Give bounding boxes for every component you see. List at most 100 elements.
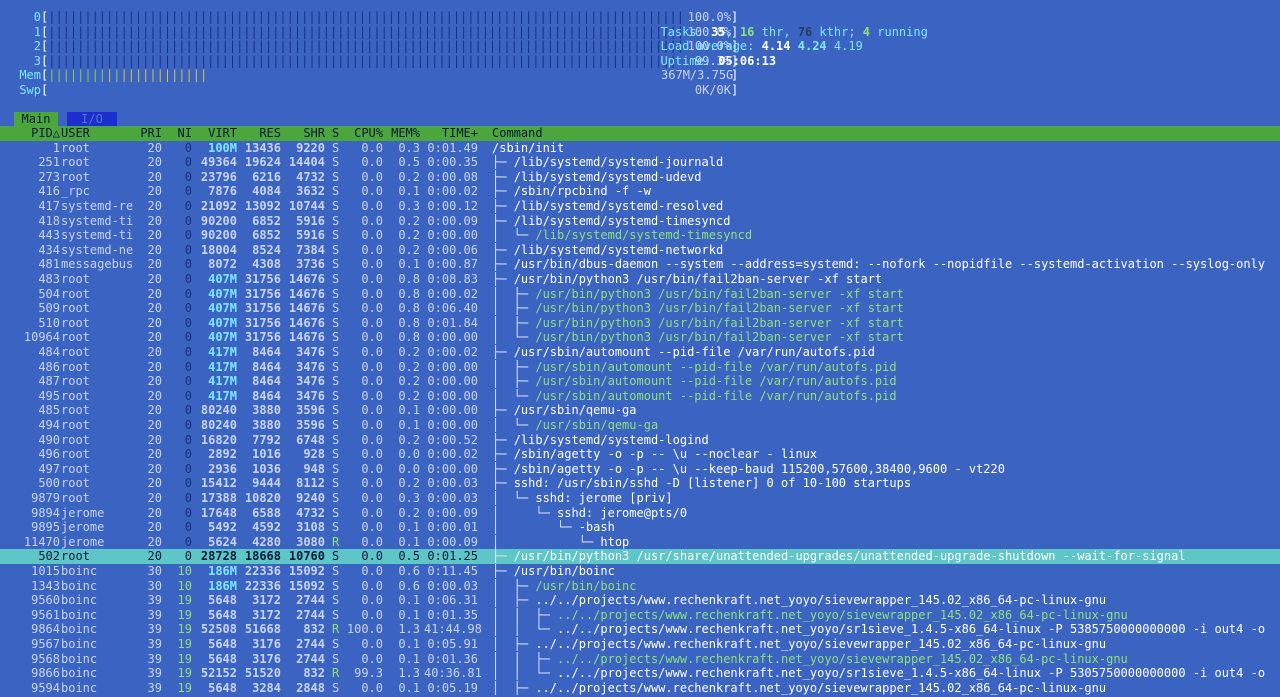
proc-tree: │ └─	[492, 330, 536, 345]
proc-mem: 0.2	[398, 213, 420, 228]
col-state[interactable]: S	[332, 126, 339, 141]
table-row[interactable]: 10964 root 20 0 407M 31756 14676 S 0.0 0.8 0:00.00…	[0, 330, 1280, 345]
table-row[interactable]: 9866 boinc 39 19 52152 51520 832 R 99.3 1.3 40:36.…	[0, 666, 1280, 681]
table-row[interactable]: 490 root 20 0 16820 7792 6748 S 0.0 0.2 0:00.52 ├─ …	[0, 433, 1280, 448]
table-row[interactable]: 500 root 20 0 15412 9444 8112 S 0.0 0.2 0:00.03 ├─ …	[0, 476, 1280, 491]
proc-command-cell: ├─ /lib/systemd/systemd-logind	[492, 433, 1280, 448]
table-row[interactable]: 416 _rpc 20 0 7876 4084 3632 S 0.0 0.1 0:00.02 ├─ /…	[0, 184, 1280, 199]
table-row[interactable]: 510 root 20 0 407M 31756 14676 S 0.0 0.8 0:01.84 │ …	[0, 316, 1280, 331]
col-shr[interactable]: SHR	[282, 126, 325, 141]
col-time[interactable]: TIME+	[424, 126, 478, 141]
cpu-label: 2	[33, 39, 41, 54]
proc-user: systemd-ti	[61, 213, 134, 228]
proc-time: 0:00.01	[427, 520, 478, 535]
tab-main[interactable]: Main	[14, 112, 58, 126]
col-pri[interactable]: PRI	[130, 126, 162, 141]
table-row[interactable]: 273 root 20 0 23796 6216 4732 S 0.0 0.2 0:00.08 ├─ …	[0, 170, 1280, 185]
proc-cpu: 0.0	[361, 199, 383, 213]
proc-res: 22336	[244, 564, 281, 578]
proc-pid: 9560	[31, 593, 60, 608]
proc-pid: 9568	[31, 651, 60, 666]
table-row[interactable]: 9879 root 20 0 17388 10820 9240 S 0.0 0.3 0:00.03 │…	[0, 491, 1280, 506]
col-ni[interactable]: NI	[166, 126, 192, 141]
proc-cpu: 0.0	[361, 242, 383, 257]
table-row[interactable]: 494 root 20 0 80240 3880 3596 S 0.0 0.1 0:00.00 │ └…	[0, 418, 1280, 433]
table-row[interactable]: 485 root 20 0 80240 3880 3596 S 0.0 0.1 0:00.00 ├─ …	[0, 403, 1280, 418]
col-mem[interactable]: MEM%	[386, 126, 420, 141]
table-row[interactable]: 9864 boinc 39 19 52508 51668 832 R 100.0 1.3 41:44…	[0, 622, 1280, 637]
proc-cpu: 0.0	[361, 388, 383, 403]
proc-shr: 3596	[296, 418, 325, 432]
table-row[interactable]: 487 root 20 0 417M 8464 3476 S 0.0 0.2 0:00.00 │ ├─…	[0, 374, 1280, 389]
table-row[interactable]: 1015 boinc 30 10 186M 22336 15092 S 0.0 0.6 0:11.4…	[0, 564, 1280, 579]
table-row[interactable]: 9895 jerome 20 0 5492 4592 3108 S 0.0 0.1 0:00.01 │…	[0, 520, 1280, 535]
table-row[interactable]: 1343 boinc 30 10 186M 22336 15092 S 0.0 0.6 0:00.0…	[0, 579, 1280, 594]
table-row[interactable]: 1 root 20 0 100M 13436 9220 S 0.0 0.3 0:01.49/sbin…	[0, 141, 1280, 156]
table-row[interactable]: 443 systemd-ti 20 0 90200 6852 5916 S 0.0 0.2 0:00…	[0, 228, 1280, 243]
mem-label: Mem	[19, 68, 41, 83]
proc-mem: 0.5	[398, 155, 420, 170]
proc-state: S	[332, 199, 340, 213]
table-row[interactable]: 434 systemd-ne 20 0 18004 8524 7384 S 0.0 0.2 0:00…	[0, 243, 1280, 258]
table-row[interactable]: 497 root 20 0 2936 1036 948 S 0.0 0.0 0:00.00 ├─ /s…	[0, 462, 1280, 477]
table-row[interactable]: 9894 jerome 20 0 17648 6588 4732 S 0.0 0.2 0:00.09…	[0, 506, 1280, 521]
proc-mem: 0.0	[398, 461, 420, 476]
col-res[interactable]: RES	[238, 126, 281, 141]
proc-nice: 10	[177, 578, 192, 593]
proc-cpu: 0.0	[361, 447, 383, 462]
proc-pri: 39	[147, 651, 162, 666]
proc-command-cell: │ ├─ /usr/bin/boinc	[492, 579, 1280, 594]
proc-res: 31756	[244, 315, 281, 330]
mem-meter: Mem[|||||||||||||||||||||| 367M/3.75G]	[0, 68, 738, 83]
table-row[interactable]: 496 root 20 0 2892 1016 928 S 0.0 0.0 0:00.02 ├─ /s…	[0, 447, 1280, 462]
proc-nice: 0	[184, 330, 192, 345]
table-row[interactable]: 11470 jerome 20 0 5624 4280 3080 R 0.0 0.1 0:00.09…	[0, 535, 1280, 550]
col-command[interactable]: Command	[492, 126, 543, 141]
uptime-label: Uptime:	[660, 53, 719, 68]
proc-nice: 0	[184, 199, 192, 213]
proc-nice: 0	[184, 549, 192, 564]
proc-state: R	[332, 534, 340, 549]
table-row[interactable]: 9568 boinc 39 19 5648 3176 2744 S 0.0 0.1 0:01.36 │…	[0, 652, 1280, 667]
proc-mem: 0.8	[398, 301, 420, 316]
proc-nice: 0	[184, 374, 192, 389]
table-row[interactable]: 251 root 20 0 49364 19624 14404 S 0.0 0.5 0:00.35 ├…	[0, 155, 1280, 170]
proc-virt: 100M	[208, 140, 237, 155]
col-user[interactable]: USER	[61, 126, 90, 141]
proc-shr: 5916	[296, 213, 325, 228]
tab-io[interactable]: I/O	[67, 112, 117, 126]
table-row[interactable]: 418 systemd-ti 20 0 90200 6852 5916 S 0.0 0.2 0:00…	[0, 214, 1280, 229]
table-row[interactable]: 417 systemd-re 20 0 21092 13092 10744 S 0.0 0.3 0:…	[0, 199, 1280, 214]
table-row[interactable]: 481 messagebus 20 0 8072 4308 3736 S 0.0 0.1 0:00.…	[0, 257, 1280, 272]
proc-state: S	[332, 345, 340, 359]
col-pid[interactable]: PID△	[0, 126, 60, 141]
proc-command: sshd: jerome [priv]	[535, 491, 673, 505]
table-row[interactable]: 495 root 20 0 417M 8464 3476 S 0.0 0.2 0:00.00 │ └─…	[0, 389, 1280, 404]
table-row[interactable]: 486 root 20 0 417M 8464 3476 S 0.0 0.2 0:00.00 │ ├─…	[0, 360, 1280, 375]
proc-shr: 10760	[288, 549, 325, 564]
table-row[interactable]: 9561 boinc 39 19 5648 3172 2744 S 0.0 0.1 0:01.35 │…	[0, 608, 1280, 623]
proc-mem: 0.1	[398, 593, 420, 608]
col-cpu[interactable]: CPU%	[345, 126, 383, 141]
proc-user: root	[61, 345, 90, 359]
table-row[interactable]: 509 root 20 0 407M 31756 14676 S 0.0 0.8 0:06.40 │ …	[0, 301, 1280, 316]
table-row[interactable]: 504 root 20 0 407M 31756 14676 S 0.0 0.8 0:00.02 │ …	[0, 287, 1280, 302]
table-row[interactable]: 483 root 20 0 407M 31756 14676 S 0.0 0.8 0:08.83 ├─…	[0, 272, 1280, 287]
proc-res: 1036	[252, 461, 281, 476]
proc-time: 0:00.03	[427, 578, 478, 593]
proc-tree: ├─	[492, 169, 514, 184]
table-row[interactable]: 9560 boinc 39 19 5648 3172 2744 S 0.0 0.1 0:06.31 │…	[0, 593, 1280, 608]
proc-time: 0:00.00	[427, 374, 478, 389]
proc-time: 0:00.00	[427, 330, 478, 345]
proc-mem: 0.6	[398, 564, 420, 578]
table-row[interactable]: 9567 boinc 39 19 5648 3176 2744 S 0.0 0.1 0:05.91 │…	[0, 637, 1280, 652]
table-row[interactable]: 484 root 20 0 417M 8464 3476 S 0.0 0.2 0:00.02 ├─ /…	[0, 345, 1280, 360]
proc-cpu: 0.0	[361, 286, 383, 301]
proc-user: root	[61, 418, 90, 432]
proc-shr: 3632	[296, 184, 325, 199]
table-row[interactable]: 502 root 20 0 28728 18668 10760 S 0.0 0.5 0:01.25 ├…	[0, 549, 1280, 564]
col-virt[interactable]: VIRT	[194, 126, 237, 141]
proc-pid: 251	[38, 155, 60, 170]
table-row[interactable]: 9594 boinc 39 19 5648 3284 2848 S 0.0 0.1 0:05.19 │…	[0, 681, 1280, 696]
proc-pid: 443	[38, 228, 60, 243]
